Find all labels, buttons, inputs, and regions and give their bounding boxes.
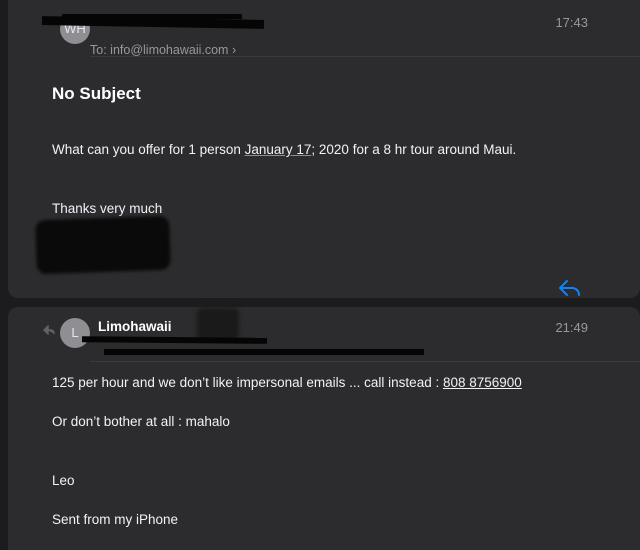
message-subject: No Subject xyxy=(52,84,141,103)
message-time: 21:49 xyxy=(555,320,588,335)
reply-indicator-icon xyxy=(43,322,55,336)
recipient-line[interactable]: To: info@limohawaii.com › xyxy=(90,43,236,57)
date-link[interactable]: January 17 xyxy=(245,142,312,157)
divider xyxy=(90,56,640,57)
reply-icon[interactable] xyxy=(558,278,582,298)
avatar: L xyxy=(60,318,90,348)
message-body-line: Sent from my iPhone xyxy=(52,512,179,527)
sender-name[interactable]: Limohawaii xyxy=(98,319,172,334)
message-body-line: Leo xyxy=(52,473,75,488)
body-text: 125 per hour and we don’t like impersona… xyxy=(52,375,443,390)
to-label: To: xyxy=(90,43,107,57)
redacted-sender xyxy=(62,14,242,19)
recipient-address[interactable]: info@limohawaii.com xyxy=(110,43,228,57)
message-body-line: Or don’t bother at all : mahalo xyxy=(52,414,230,429)
mail-thread: WH To: info@limohawaii.com › 17:43 No Su… xyxy=(0,0,640,550)
body-text: What can you offer for 1 person xyxy=(52,142,245,157)
redacted-photo xyxy=(197,308,239,340)
chevron-right-icon[interactable]: › xyxy=(232,43,236,57)
message-body-line: 125 per hour and we don’t like impersona… xyxy=(52,375,522,390)
message-body-line: Thanks very much xyxy=(52,201,163,216)
message-time: 17:43 xyxy=(555,15,588,30)
phone-link[interactable]: 808 8756900 xyxy=(443,375,522,390)
redacted-recipients xyxy=(104,349,424,355)
body-text: ; 2020 for a 8 hr tour around Maui. xyxy=(311,142,517,157)
message-body-line: What can you offer for 1 person January … xyxy=(52,142,516,157)
redacted-signature xyxy=(35,215,171,275)
divider xyxy=(90,361,640,362)
